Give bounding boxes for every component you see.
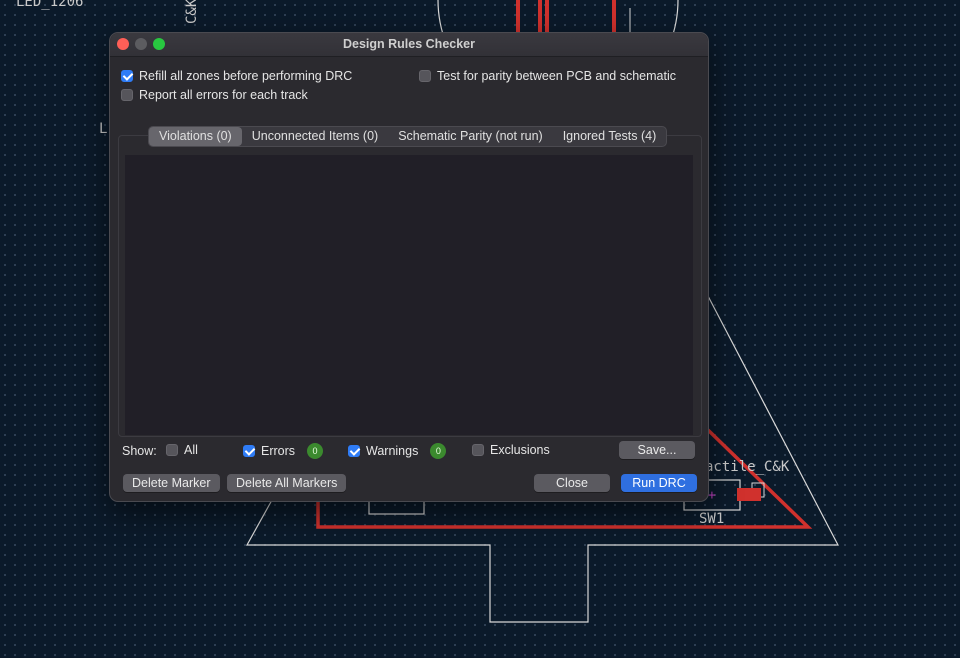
show-errors-checkbox[interactable] xyxy=(243,445,255,457)
delete-all-markers-button[interactable]: Delete All Markers xyxy=(227,474,347,492)
close-button[interactable]: Close xyxy=(534,474,610,492)
show-errors-label: Errors xyxy=(261,444,296,458)
report-all-errors-option[interactable]: Report all errors for each track xyxy=(121,88,308,102)
show-label: Show: xyxy=(122,444,157,458)
report-all-errors-label: Report all errors for each track xyxy=(139,88,308,102)
run-drc-button[interactable]: Run DRC xyxy=(621,474,697,492)
show-exclusions-label: Exclusions xyxy=(490,443,550,457)
pcb-pad xyxy=(737,488,761,501)
drc-dialog: Design Rules Checker Refill all zones be… xyxy=(109,32,709,502)
pcb-label-l: L xyxy=(99,121,107,137)
test-parity-option[interactable]: Test for parity between PCB and schemati… xyxy=(419,69,676,83)
tab-ignored-tests[interactable]: Ignored Tests (4) xyxy=(553,127,667,146)
test-parity-label: Test for parity between PCB and schemati… xyxy=(437,69,677,83)
delete-marker-button[interactable]: Delete Marker xyxy=(123,474,220,492)
title-bar[interactable]: Design Rules Checker xyxy=(110,33,708,57)
pcb-label-tactile: actile_C&K xyxy=(705,459,790,475)
tab-unconnected-items[interactable]: Unconnected Items (0) xyxy=(242,127,388,146)
show-exclusions-option[interactable]: Exclusions xyxy=(472,443,550,457)
test-parity-checkbox[interactable] xyxy=(419,70,431,82)
show-exclusions-checkbox[interactable] xyxy=(472,444,484,456)
refill-zones-checkbox[interactable] xyxy=(121,70,133,82)
refill-zones-label: Refill all zones before performing DRC xyxy=(139,69,353,83)
show-errors-option[interactable]: Errors 0 xyxy=(243,443,324,459)
pcb-label-ck: C&K xyxy=(184,0,200,24)
save-button[interactable]: Save... xyxy=(619,441,695,459)
pcb-label-sw1: SW1 xyxy=(699,511,724,527)
show-all-checkbox[interactable] xyxy=(166,444,178,456)
warnings-count-badge: 0 xyxy=(430,443,447,459)
pcb-footprint xyxy=(368,499,425,515)
pcb-anchor-cross: + xyxy=(708,488,716,503)
show-warnings-checkbox[interactable] xyxy=(348,445,360,457)
errors-count-badge: 0 xyxy=(307,443,324,459)
pcb-label-led: LED_1206 xyxy=(16,0,83,10)
tab-violations[interactable]: Violations (0) xyxy=(149,127,242,146)
show-all-label: All xyxy=(184,443,198,457)
refill-zones-option[interactable]: Refill all zones before performing DRC xyxy=(121,69,352,83)
show-warnings-option[interactable]: Warnings 0 xyxy=(348,443,447,459)
show-warnings-label: Warnings xyxy=(366,444,419,458)
report-all-errors-checkbox[interactable] xyxy=(121,89,133,101)
tab-schematic-parity[interactable]: Schematic Parity (not run) xyxy=(388,127,553,146)
tab-bar: Violations (0) Unconnected Items (0) Sch… xyxy=(148,126,668,147)
violations-list[interactable] xyxy=(125,155,693,435)
dialog-title: Design Rules Checker xyxy=(343,37,475,51)
show-all-option[interactable]: All xyxy=(166,443,198,457)
